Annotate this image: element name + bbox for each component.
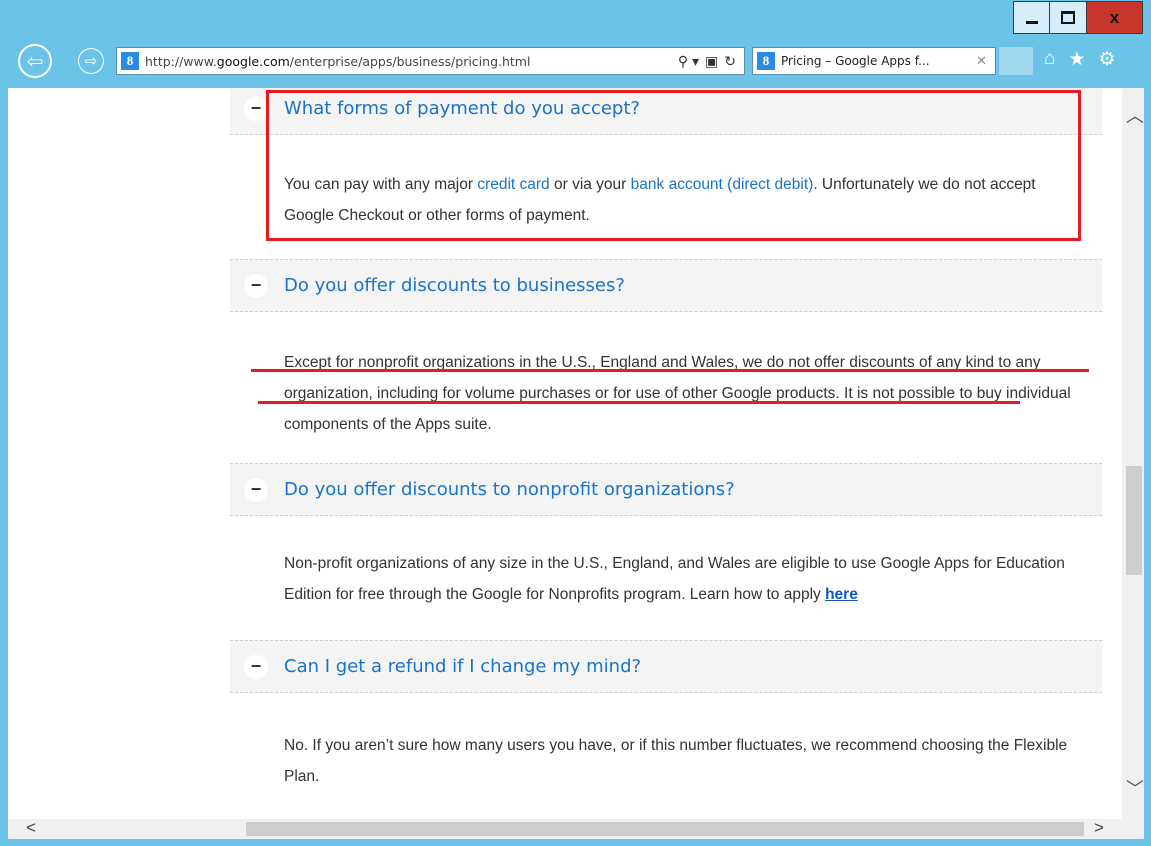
search-dropdown-icon[interactable]: ⚲ ▾	[678, 53, 699, 70]
home-icon[interactable]: ⌂	[1044, 48, 1055, 71]
scroll-right-icon[interactable]: >	[1094, 818, 1104, 838]
maximize-icon	[1061, 11, 1075, 24]
refresh-icon[interactable]: ↻	[724, 53, 736, 70]
close-button[interactable]: x	[1086, 1, 1143, 34]
size-grip	[1122, 819, 1144, 839]
annotation-underline	[258, 401, 1020, 404]
scroll-left-icon[interactable]: <	[26, 818, 36, 838]
apply-here-link[interactable]: here	[825, 586, 858, 603]
faq-question-nonprofit-discounts[interactable]: − Do you offer discounts to nonprofit or…	[230, 463, 1102, 516]
faq-question-text: Can I get a refund if I change my mind?	[284, 656, 642, 677]
faq-question-text: Do you offer discounts to businesses?	[284, 275, 625, 296]
faq-answer-business-discounts: Except for nonprofit organizations in th…	[284, 354, 1071, 433]
annotation-highlight-box	[266, 90, 1081, 241]
favorites-star-icon[interactable]: ★	[1068, 48, 1085, 71]
url-prefix: http://www.	[145, 53, 217, 69]
scroll-up-icon[interactable]: ︿	[1126, 102, 1144, 128]
scroll-down-icon[interactable]: ﹀	[1126, 775, 1144, 801]
faq-answer-refund: No. If you aren’t sure how many users yo…	[284, 737, 1068, 785]
compatibility-view-icon[interactable]: ▣	[705, 53, 718, 70]
address-bar[interactable]: 8 http://www.google.com/enterprise/apps/…	[116, 47, 745, 75]
collapse-toggle-icon[interactable]: −	[244, 654, 268, 679]
faq-question-refund[interactable]: − Can I get a refund if I change my mind…	[230, 640, 1102, 693]
horizontal-scroll-thumb[interactable]	[246, 822, 1084, 836]
forward-button[interactable]: ⇨	[78, 48, 104, 74]
tab-close-icon[interactable]: ✕	[976, 54, 987, 69]
tab-title: Pricing – Google Apps f...	[781, 54, 930, 68]
answer-text: Non-profit organizations of any size in …	[284, 555, 1065, 603]
back-arrow-icon: ⇦	[26, 50, 44, 73]
vertical-scrollbar[interactable]: ︿ ﹀	[1122, 88, 1144, 819]
forward-arrow-icon: ⇨	[84, 53, 98, 70]
browser-window: x ⇦ ⇨ 8 http://www.google.com/enterprise…	[0, 0, 1151, 846]
horizontal-scrollbar[interactable]: < >	[8, 818, 1144, 839]
maximize-button[interactable]	[1049, 1, 1087, 34]
collapse-toggle-icon[interactable]: −	[244, 477, 268, 502]
vertical-scroll-thumb[interactable]	[1126, 466, 1142, 575]
url-domain: google.com	[216, 53, 290, 69]
collapse-toggle-icon[interactable]: −	[244, 96, 268, 121]
toolbar-icons: ⌂ ★ ⚙	[1044, 48, 1116, 71]
address-tools: ⚲ ▾ ▣ ↻	[678, 53, 736, 70]
faq-question-business-discounts[interactable]: − Do you offer discounts to businesses?	[230, 259, 1102, 312]
faq-answer-nonprofit: Non-profit organizations of any size in …	[284, 548, 1084, 610]
browser-tab[interactable]: 8 Pricing – Google Apps f... ✕	[752, 47, 996, 75]
annotation-underline	[251, 369, 1089, 372]
collapse-toggle-icon[interactable]: −	[244, 273, 268, 298]
settings-gear-icon[interactable]: ⚙	[1099, 48, 1116, 71]
minimize-icon	[1025, 21, 1038, 24]
tab-favicon-icon: 8	[757, 52, 775, 70]
url-path: /enterprise/apps/business/pricing.html	[289, 53, 531, 69]
new-tab-button[interactable]	[999, 47, 1033, 75]
back-button[interactable]: ⇦	[18, 44, 52, 78]
close-icon: x	[1109, 7, 1120, 27]
google-favicon-icon: 8	[121, 52, 139, 70]
minimize-button[interactable]	[1013, 1, 1050, 34]
faq-question-text: Do you offer discounts to nonprofit orga…	[284, 479, 735, 500]
url-text[interactable]: http://www.google.com/enterprise/apps/bu…	[145, 54, 678, 69]
page-viewport: − What forms of payment do you accept? Y…	[8, 88, 1122, 819]
